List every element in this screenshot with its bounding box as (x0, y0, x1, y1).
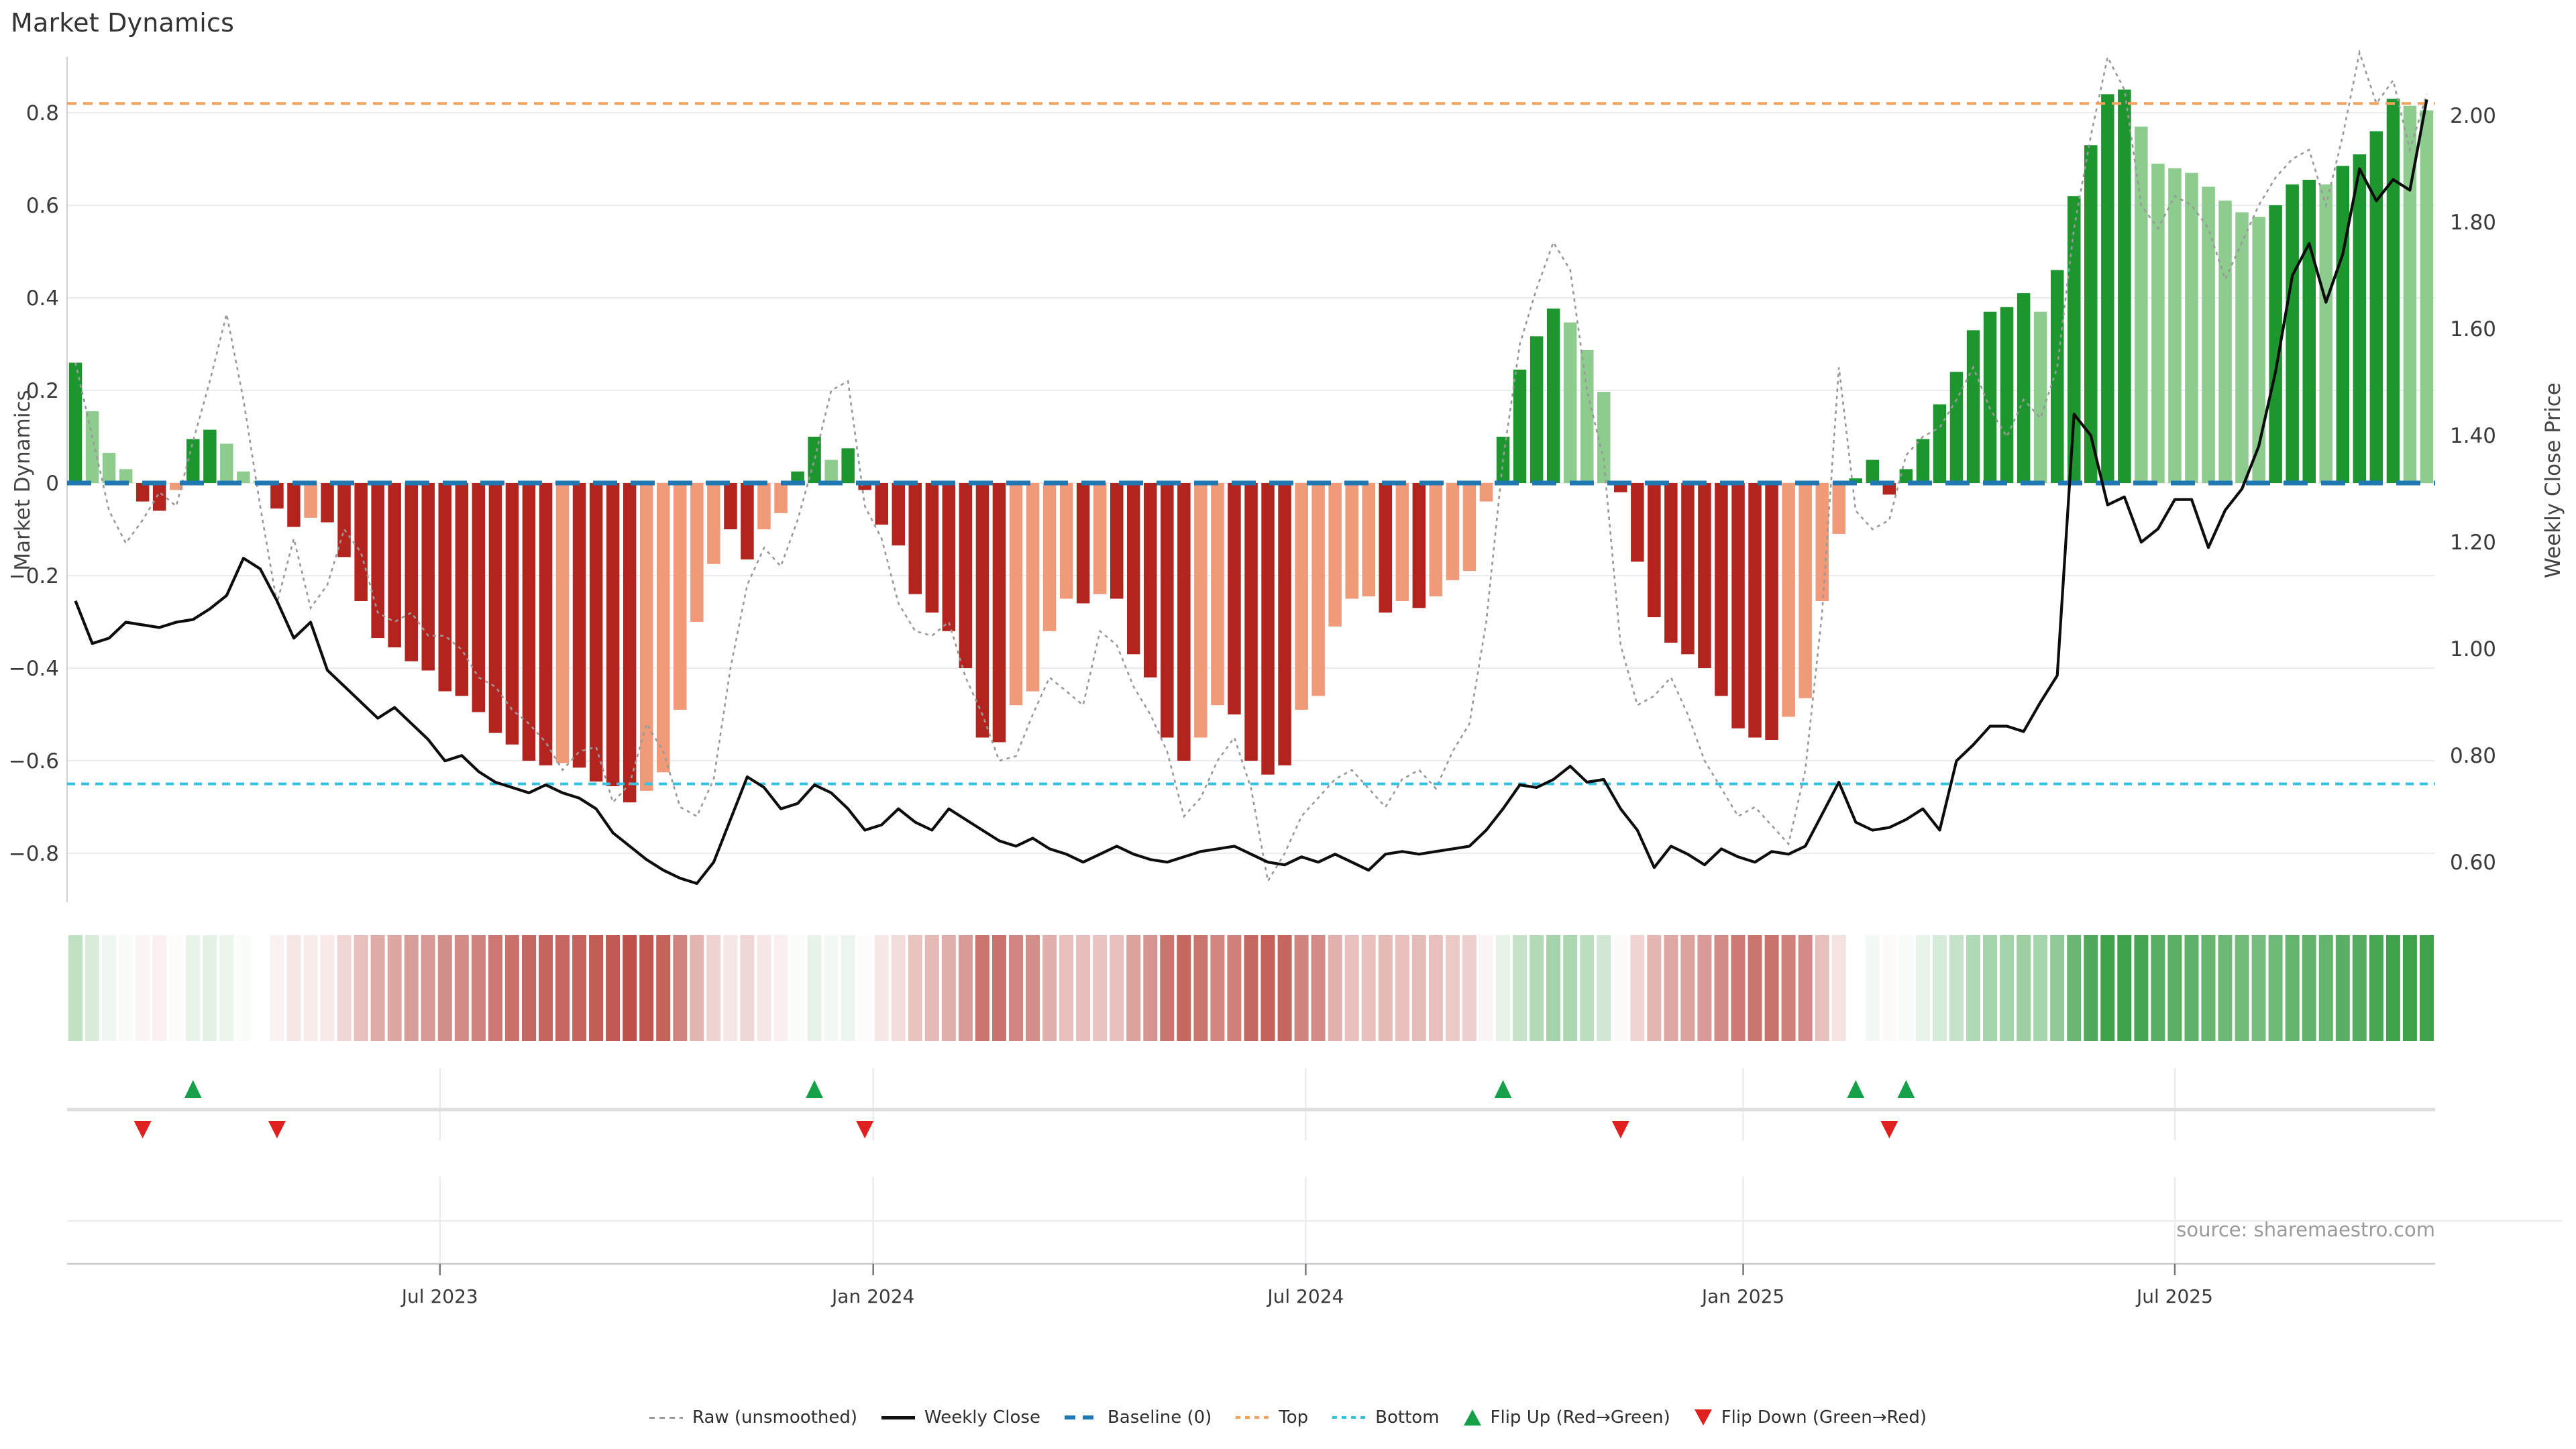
legend-flip-up: Flip Up (Red→Green) (1464, 1407, 1670, 1428)
legend-raw-label: Raw (unsmoothed) (692, 1407, 857, 1428)
flip-up-marker (184, 1080, 202, 1098)
left-tick-label: 0.8 (26, 101, 59, 125)
x-axis-tick-label: Jul 2023 (400, 1285, 478, 1307)
right-tick-label: 1.80 (2450, 211, 2496, 235)
left-axis-title: Market Dynamics (11, 390, 35, 570)
flip-down-marker (1880, 1121, 1898, 1138)
x-axis-tick-label: Jan 2024 (830, 1285, 914, 1307)
left-tick-label: −0.4 (9, 657, 59, 681)
legend-flip-down: Flip Down (Green→Red) (1695, 1407, 1927, 1428)
flip-down-marker (134, 1121, 152, 1138)
x-axis-tick-label: Jul 2025 (2135, 1285, 2213, 1307)
legend-baseline: Baseline (0) (1065, 1407, 1212, 1428)
flip-down-marker (856, 1121, 873, 1138)
legend-weekly-close-label: Weekly Close (924, 1407, 1040, 1428)
heatmap-strip (68, 935, 2434, 1041)
left-tick-label: 0.6 (26, 194, 59, 218)
right-axis-title: Weekly Close Price (2541, 382, 2565, 578)
legend-bottom-swatch (1332, 1416, 1366, 1419)
left-tick-label: 0.4 (26, 286, 59, 311)
x-axis-tick-label: Jul 2024 (1266, 1285, 1344, 1307)
legend-top-label: Top (1279, 1407, 1308, 1428)
right-tick-label: 2.00 (2450, 104, 2496, 128)
legend-bottom-label: Bottom (1375, 1407, 1439, 1428)
legend-flip-down-swatch (1695, 1409, 1712, 1426)
legend-flip-down-label: Flip Down (Green→Red) (1721, 1407, 1927, 1428)
right-tick-label: 0.60 (2450, 851, 2496, 875)
market-dynamics-page: Market Dynamics 0.80.60.40.20−0.2−0.4−0.… (0, 0, 2576, 1449)
flip-up-marker (1495, 1080, 1512, 1098)
legend-flip-up-swatch (1464, 1409, 1481, 1426)
legend-top: Top (1236, 1407, 1308, 1428)
flip-up-marker (1897, 1080, 1915, 1098)
right-tick-label: 1.20 (2450, 531, 2496, 555)
legend-raw: Raw (unsmoothed) (649, 1407, 857, 1428)
legend-raw-swatch (649, 1417, 683, 1419)
x-axis-tick-label: Jan 2025 (1701, 1285, 1784, 1307)
source-attribution: source: sharemaestro.com (2176, 1218, 2435, 1241)
legend-weekly-close-swatch (881, 1416, 915, 1419)
right-tick-label: 1.00 (2450, 637, 2496, 661)
left-tick-label: −0.6 (9, 749, 59, 773)
left-tick-label: −0.8 (9, 842, 59, 866)
legend-baseline-swatch (1065, 1415, 1098, 1419)
legend-baseline-label: Baseline (0) (1108, 1407, 1212, 1428)
flip-up-marker (1847, 1080, 1864, 1098)
right-tick-label: 1.40 (2450, 424, 2496, 448)
legend-top-swatch (1236, 1416, 1269, 1419)
flip-down-marker (268, 1121, 286, 1138)
flip-down-marker (1612, 1121, 1629, 1138)
left-tick-label: 0 (46, 472, 59, 496)
legend-bottom: Bottom (1332, 1407, 1439, 1428)
right-tick-label: 0.80 (2450, 744, 2496, 768)
right-tick-label: 1.60 (2450, 317, 2496, 341)
chart-legend: Raw (unsmoothed) Weekly Close Baseline (0)… (0, 1407, 2576, 1428)
dynamics-bars (69, 90, 2433, 803)
legend-weekly-close: Weekly Close (881, 1407, 1040, 1428)
legend-flip-up-label: Flip Up (Red→Green) (1491, 1407, 1670, 1428)
flip-up-marker (806, 1080, 823, 1098)
